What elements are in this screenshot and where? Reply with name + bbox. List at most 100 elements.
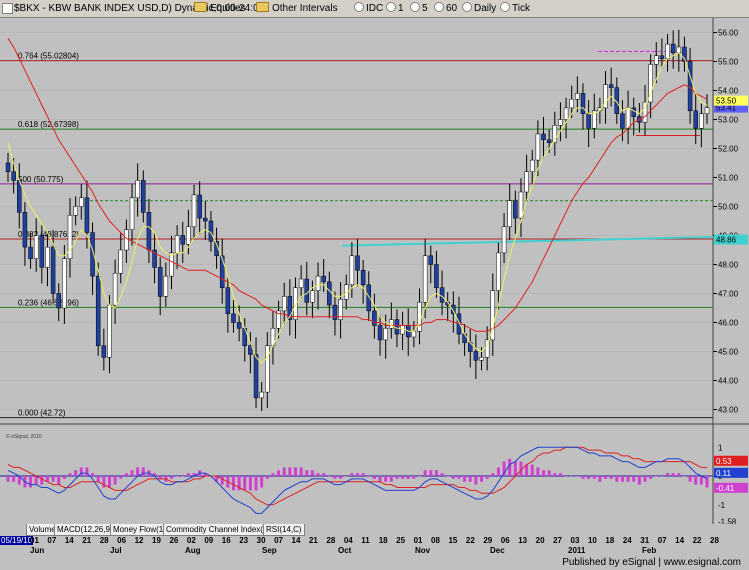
candle-body — [107, 304, 112, 358]
macd-tick-label: -1 — [718, 501, 726, 510]
date-tick-label: 03 — [570, 536, 580, 545]
interval-60[interactable]: 60 — [434, 2, 457, 15]
y-tick-label: 44.00 — [718, 377, 739, 386]
macd-histogram-bar — [356, 473, 359, 476]
macd-histogram-bar — [423, 470, 427, 476]
date-tick-label: 14 — [64, 536, 74, 545]
candle-body — [456, 313, 462, 335]
candle-body — [575, 93, 580, 100]
candle-body — [5, 162, 11, 172]
candle-body — [79, 197, 84, 207]
macd-histogram-bar — [570, 476, 574, 477]
macd-histogram-bar — [181, 476, 185, 477]
date-tick-label: 30 — [256, 536, 266, 545]
y-tick-label: 51.00 — [718, 174, 739, 183]
candle-body — [501, 226, 507, 254]
candle-body — [389, 319, 394, 329]
macd-histogram-bar — [480, 476, 484, 482]
price-pane — [0, 18, 713, 424]
candle-body — [422, 255, 428, 303]
candle-body — [535, 133, 541, 161]
macd-histogram-bar — [344, 476, 348, 477]
price-tag-label: 53.50 — [716, 97, 737, 106]
equities-icon — [194, 2, 210, 15]
candle-body — [699, 113, 704, 129]
candle-body — [203, 217, 208, 222]
macd-histogram-bar — [68, 473, 72, 476]
macd-value-label: -0.41 — [716, 484, 735, 493]
date-tick-label: 15 — [448, 536, 458, 545]
macd-tick-label: -1.58 — [718, 517, 737, 524]
macd-histogram-bar — [119, 476, 123, 479]
y-tick-label: 52.00 — [718, 145, 739, 154]
macd-histogram-bar — [333, 476, 337, 479]
candle-body — [558, 119, 563, 126]
macd-histogram-bar — [6, 476, 10, 482]
macd-histogram-bar — [575, 476, 579, 477]
candle-body — [141, 180, 146, 213]
macd-histogram-bar — [688, 476, 692, 482]
macd-histogram-bar — [113, 476, 117, 485]
macd-histogram-bar — [542, 470, 546, 476]
candle-body — [219, 255, 225, 288]
candle-body — [327, 281, 332, 306]
date-tick-label: 19 — [152, 536, 161, 545]
month-label: Feb — [642, 546, 657, 555]
macd-histogram-bar — [231, 476, 235, 491]
candle-body — [169, 252, 174, 277]
macd-histogram-bar — [186, 473, 190, 476]
macd-value-label: 0.53 — [716, 457, 732, 466]
date-tick-label: 07 — [274, 536, 283, 545]
candle-body — [95, 275, 101, 346]
candle-body — [39, 235, 45, 268]
fib-label: 0.764 (55.02804) — [18, 52, 79, 61]
candle-body — [479, 357, 484, 361]
date-tick-label: 01 — [30, 536, 39, 545]
toolbar: $BKX - KBW BANK INDEX USD,D) Dynamic,0:0… — [0, 0, 749, 18]
macd-histogram-bar — [136, 467, 140, 476]
candle-body — [659, 55, 665, 59]
candle-body — [28, 246, 33, 259]
y-tick-label: 46.00 — [718, 319, 739, 328]
tab-rsi[interactable]: RSI(14,C) — [263, 524, 305, 536]
date-tick-label: 21 — [82, 536, 92, 545]
candle-body — [197, 194, 202, 219]
y-tick-label: 47.00 — [718, 290, 739, 299]
macd-histogram-bar — [564, 476, 568, 477]
macd-histogram-bar — [51, 476, 55, 482]
candle-body — [411, 330, 417, 338]
candle-body — [73, 206, 78, 216]
window-menu-icon[interactable] — [2, 3, 13, 14]
macd-histogram-bar — [705, 476, 709, 488]
candle-body — [372, 310, 377, 326]
date-tick-label: 02 — [186, 536, 196, 545]
chart-area[interactable]: 0.764 (55.02804) 0.618 (52.67398) 500 (50.… — [0, 18, 749, 524]
interval-tick[interactable]: Tick — [500, 2, 530, 15]
macd-histogram-bar — [513, 461, 517, 476]
macd-histogram-bar — [694, 476, 698, 485]
interval-daily[interactable]: Daily — [462, 2, 496, 15]
candle-body — [428, 255, 434, 265]
y-tick-label: 55.00 — [718, 58, 739, 67]
price-tag-label: 48.86 — [716, 236, 737, 245]
date-tick-label: 07 — [657, 536, 667, 545]
month-label: Aug — [185, 546, 201, 555]
interval-idc[interactable]: IDC — [354, 2, 383, 15]
candle-body — [473, 351, 479, 361]
candle-body — [146, 212, 152, 251]
macd-histogram-bar — [406, 476, 410, 479]
fib-label: 0.236 (46.52196) — [18, 298, 79, 307]
candle-body — [620, 113, 625, 129]
date-tick-label: 20 — [535, 536, 545, 545]
equities-menu[interactable]: Equities — [210, 2, 246, 15]
date-tick-label: 31 — [640, 536, 650, 545]
date-tick-label: 11 — [361, 536, 370, 545]
other-intervals-menu[interactable]: Other Intervals — [272, 2, 338, 15]
candle-body — [687, 61, 693, 112]
macd-histogram-bar — [660, 476, 664, 477]
interval-5[interactable]: 5 — [410, 2, 428, 15]
date-tick-label: 06 — [500, 536, 510, 545]
interval-1[interactable]: 1 — [386, 2, 404, 15]
candle-body — [231, 313, 236, 323]
macd-histogram-bar — [677, 473, 681, 476]
